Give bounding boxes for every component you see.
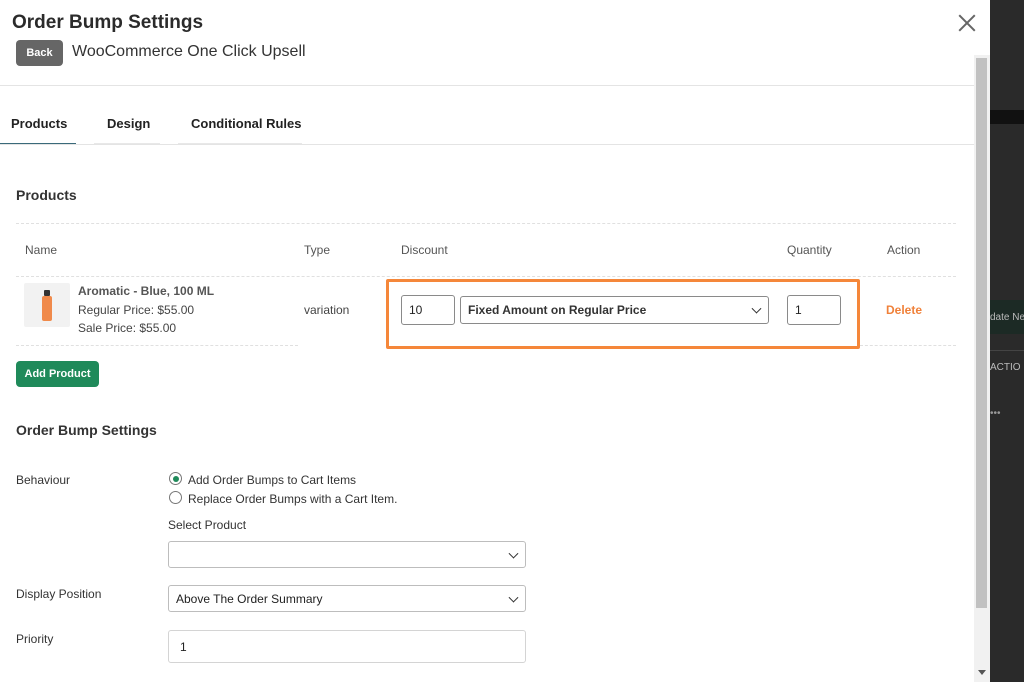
table-row-border-right bbox=[860, 345, 956, 346]
background-bar bbox=[990, 110, 1024, 124]
scrollbar-thumb[interactable] bbox=[976, 58, 987, 608]
tab-design[interactable]: Design bbox=[107, 116, 150, 144]
select-product-dropdown[interactable] bbox=[168, 541, 526, 568]
product-type: variation bbox=[304, 303, 350, 317]
product-sale-price: Sale Price: $55.00 bbox=[78, 321, 177, 335]
chevron-down-icon bbox=[508, 548, 519, 559]
products-section-title: Products bbox=[16, 187, 77, 203]
background-update-text: date Ne bbox=[990, 312, 1024, 323]
delete-product-link[interactable]: Delete bbox=[886, 303, 922, 317]
chevron-down-icon bbox=[508, 592, 519, 603]
background-more-text: ••• bbox=[990, 408, 1001, 419]
column-header-name: Name bbox=[25, 243, 58, 257]
table-top-border bbox=[16, 223, 956, 224]
column-header-quantity: Quantity bbox=[787, 243, 832, 257]
back-button[interactable]: Back bbox=[16, 40, 63, 66]
tab-products[interactable]: Products bbox=[11, 116, 67, 144]
header-divider bbox=[0, 85, 974, 86]
background-divider bbox=[990, 350, 1024, 351]
modal-title: Order Bump Settings bbox=[12, 12, 204, 33]
background-app bbox=[990, 0, 1024, 682]
background-action-text: ACTIO bbox=[990, 362, 1021, 373]
priority-label: Priority bbox=[16, 632, 54, 646]
add-product-button[interactable]: Add Product bbox=[16, 361, 99, 387]
select-product-label: Select Product bbox=[168, 518, 247, 532]
radio-add-order-bumps[interactable] bbox=[169, 472, 182, 485]
product-name: Aromatic - Blue, 100 ML bbox=[78, 284, 215, 298]
radio-replace-order-bumps-label[interactable]: Replace Order Bumps with a Cart Item. bbox=[188, 492, 397, 506]
display-position-value: Above The Order Summary bbox=[176, 591, 323, 606]
settings-section-title: Order Bump Settings bbox=[16, 422, 157, 438]
display-position-label: Display Position bbox=[16, 587, 102, 601]
product-thumbnail bbox=[24, 283, 70, 327]
scroll-down-icon[interactable] bbox=[978, 670, 986, 675]
radio-replace-order-bumps[interactable] bbox=[169, 491, 182, 504]
discount-quantity-highlight bbox=[386, 279, 860, 349]
radio-add-order-bumps-label[interactable]: Add Order Bumps to Cart Items bbox=[188, 473, 356, 487]
tab-conditional-rules[interactable]: Conditional Rules bbox=[191, 116, 302, 144]
table-header-border bbox=[16, 276, 956, 277]
column-header-type: Type bbox=[304, 243, 331, 257]
behaviour-label: Behaviour bbox=[16, 473, 71, 487]
plugin-name: WooCommerce One Click Upsell bbox=[72, 43, 306, 60]
column-header-discount: Discount bbox=[401, 243, 448, 257]
table-row-border bbox=[16, 345, 298, 346]
order-bump-modal: Order Bump Settings Back WooCommerce One… bbox=[0, 0, 990, 682]
tabs-divider bbox=[0, 144, 974, 145]
priority-input[interactable]: 1 bbox=[168, 630, 526, 663]
product-regular-price: Regular Price: $55.00 bbox=[78, 303, 195, 317]
display-position-select[interactable]: Above The Order Summary bbox=[168, 585, 526, 612]
column-header-action: Action bbox=[887, 243, 921, 257]
close-icon[interactable] bbox=[954, 10, 980, 36]
